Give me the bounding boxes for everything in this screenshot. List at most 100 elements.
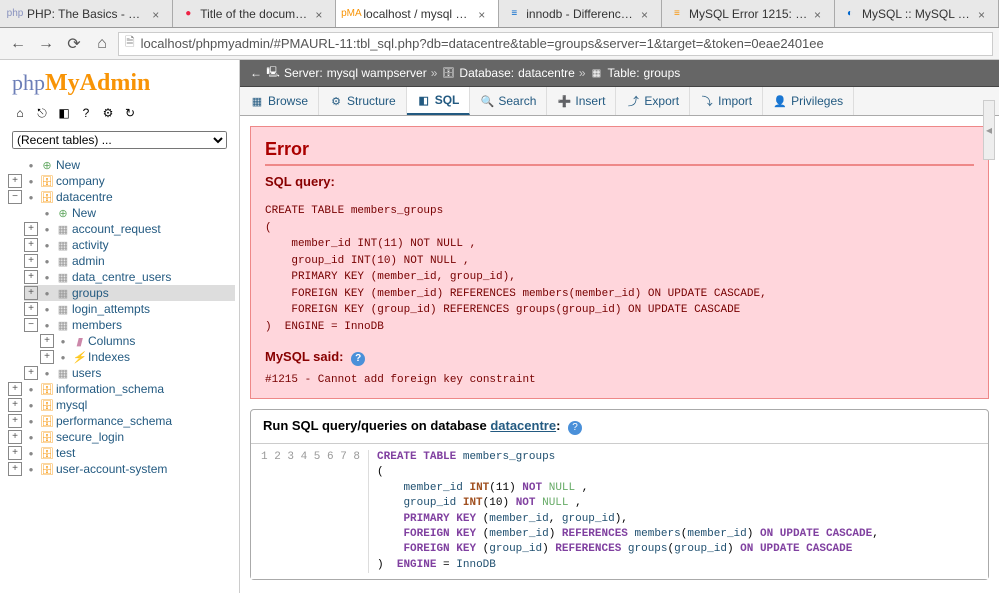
dot-icon: ● <box>40 254 54 268</box>
tab-label: Insert <box>575 94 605 108</box>
tab-browse[interactable]: ▦Browse <box>240 87 319 115</box>
tab-sql[interactable]: ◧SQL <box>407 87 471 115</box>
close-icon[interactable]: × <box>641 8 653 20</box>
forward-button[interactable]: → <box>34 32 58 56</box>
tree-item-admin[interactable]: +●▦admin <box>24 253 235 269</box>
line-gutter: 1 2 3 4 5 6 7 8 <box>261 450 369 573</box>
tree-item-groups[interactable]: +●▦groups <box>24 285 235 301</box>
phpmyadmin-logo[interactable]: phpMyAdmin <box>4 66 235 105</box>
run-db-link[interactable]: datacentre <box>490 418 556 433</box>
tab-export[interactable]: ⤴Export <box>616 87 690 115</box>
docs-icon[interactable]: ? <box>78 105 94 121</box>
tree-label: admin <box>72 254 105 268</box>
expand-icon[interactable]: + <box>8 398 22 412</box>
breadcrumb-table[interactable]: groups <box>644 66 681 80</box>
home-button[interactable]: ⌂ <box>90 32 114 56</box>
breadcrumb-db[interactable]: datacentre <box>518 66 575 80</box>
tree-item-icon: 🗄 <box>40 462 54 476</box>
tree-item-users[interactable]: +●▦users <box>24 365 235 381</box>
home-icon[interactable]: ⌂ <box>12 105 28 121</box>
main-tabs: ▦Browse⚙Structure◧SQL🔍Search➕Insert⤴Expo… <box>240 87 999 116</box>
back-button[interactable]: ← <box>6 32 30 56</box>
expand-icon[interactable]: + <box>8 414 22 428</box>
tree-label: secure_login <box>56 430 124 444</box>
dot-icon: ● <box>40 270 54 284</box>
tab-insert[interactable]: ➕Insert <box>547 87 616 115</box>
tree-item-members[interactable]: −●▦members <box>24 317 235 333</box>
help-icon[interactable]: ? <box>351 352 365 366</box>
sql-run-panel: Run SQL query/queries on database datace… <box>250 409 989 580</box>
collapse-handle[interactable]: ◂ <box>983 100 995 160</box>
tree-item-icon: ⊕ <box>56 206 70 220</box>
tree-item-icon: ▦ <box>56 318 70 332</box>
browser-tab[interactable]: ◐MySQL :: MySQL 5.7× <box>835 0 999 27</box>
close-icon[interactable]: × <box>478 8 490 20</box>
tree-item-data_centre_users[interactable]: +●▦data_centre_users <box>24 269 235 285</box>
browser-tab[interactable]: phpPHP: The Basics - Mar× <box>0 0 173 27</box>
tree-db-performance_schema[interactable]: +●🗄performance_schema <box>8 413 235 429</box>
tree-label: mysql <box>56 398 87 412</box>
expand-icon[interactable]: + <box>24 222 38 236</box>
tree-db-test[interactable]: +●🗄test <box>8 445 235 461</box>
tab-import[interactable]: ⤵Import <box>690 87 763 115</box>
table-icon: ▦ <box>590 66 604 80</box>
tree-item-Columns[interactable]: +●▮Columns <box>40 333 235 349</box>
dot-icon: ● <box>24 446 38 460</box>
expand-icon[interactable]: + <box>40 334 54 348</box>
tree-label: company <box>56 174 105 188</box>
tree-item-activity[interactable]: +●▦activity <box>24 237 235 253</box>
tree-item-login_attempts[interactable]: +●▦login_attempts <box>24 301 235 317</box>
tab-privileges[interactable]: 👤Privileges <box>763 87 854 115</box>
expand-icon[interactable]: + <box>24 270 38 284</box>
close-icon[interactable]: × <box>152 8 164 20</box>
expand-icon[interactable]: + <box>24 286 38 300</box>
reload-icon[interactable]: ↻ <box>122 105 138 121</box>
tree-db-information_schema[interactable]: +●🗄information_schema <box>8 381 235 397</box>
close-icon[interactable]: × <box>978 8 990 20</box>
expand-icon[interactable]: + <box>8 446 22 460</box>
help-icon[interactable]: ? <box>568 421 582 435</box>
expand-icon[interactable]: + <box>40 350 54 364</box>
sql-code[interactable]: CREATE TABLE members_groups ( member_id … <box>369 450 879 573</box>
tree-new[interactable]: ●⊕New <box>8 157 235 173</box>
sql-icon[interactable]: ◧ <box>56 105 72 121</box>
recent-tables-select[interactable]: (Recent tables) ... <box>12 131 227 149</box>
import-icon: ⤵ <box>700 94 714 108</box>
tree-label: information_schema <box>56 382 164 396</box>
expand-icon[interactable]: − <box>8 190 22 204</box>
close-icon[interactable]: × <box>315 8 327 20</box>
breadcrumb-server[interactable]: mysql wampserver <box>327 66 427 80</box>
dot-icon: ● <box>24 174 38 188</box>
expand-icon[interactable]: − <box>24 318 38 332</box>
browser-tab[interactable]: ≡MySQL Error 1215: Ca× <box>662 0 835 27</box>
url-bar[interactable]: 🗎 localhost/phpmyadmin/#PMAURL-11:tbl_sq… <box>118 32 993 56</box>
expand-icon[interactable]: + <box>24 302 38 316</box>
tab-structure[interactable]: ⚙Structure <box>319 87 407 115</box>
settings-icon[interactable]: ⚙ <box>100 105 116 121</box>
tab-search[interactable]: 🔍Search <box>470 87 547 115</box>
tab-title: MySQL :: MySQL 5.7 <box>862 7 973 21</box>
browser-tab[interactable]: ≡innodb - Difference b× <box>499 0 662 27</box>
tree-label: New <box>56 158 80 172</box>
tree-item-account_request[interactable]: +●▦account_request <box>24 221 235 237</box>
expand-icon[interactable]: + <box>8 382 22 396</box>
tree-item-New[interactable]: ●⊕New <box>24 205 235 221</box>
browser-tab[interactable]: ●Title of the document× <box>173 0 336 27</box>
tree-db-datacentre[interactable]: −●🗄datacentre <box>8 189 235 205</box>
tree-db-company[interactable]: +●🗄company <box>8 173 235 189</box>
expand-icon[interactable]: + <box>8 462 22 476</box>
expand-icon[interactable]: + <box>24 366 38 380</box>
expand-icon[interactable]: + <box>24 254 38 268</box>
close-icon[interactable]: × <box>814 8 826 20</box>
tree-db-secure_login[interactable]: +●🗄secure_login <box>8 429 235 445</box>
browser-tab[interactable]: pMAlocalhost / mysql war× <box>336 0 499 27</box>
reload-button[interactable]: ⟳ <box>62 32 86 56</box>
expand-icon[interactable]: + <box>8 430 22 444</box>
expand-icon[interactable]: + <box>24 238 38 252</box>
logout-icon[interactable]: ⎋ <box>34 105 50 121</box>
expand-icon[interactable]: + <box>8 174 22 188</box>
tree-item-Indexes[interactable]: +●⚡Indexes <box>40 349 235 365</box>
tree-db-user-account-system[interactable]: +●🗄user-account-system <box>8 461 235 477</box>
sql-editor[interactable]: 1 2 3 4 5 6 7 8 CREATE TABLE members_gro… <box>251 444 988 579</box>
tree-db-mysql[interactable]: +●🗄mysql <box>8 397 235 413</box>
